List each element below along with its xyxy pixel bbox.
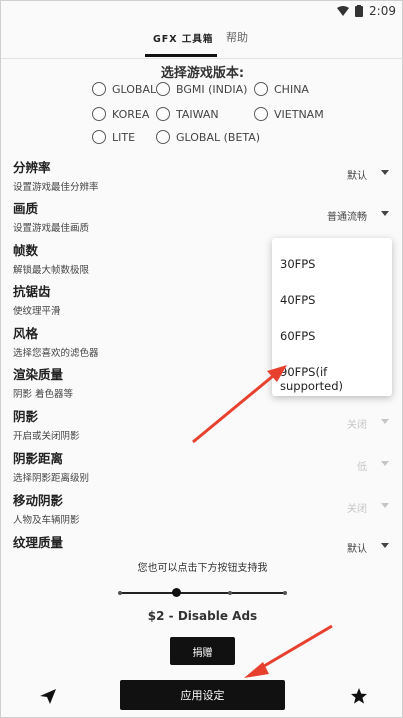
tab-bar: GFX 工具箱 帮助: [1, 23, 403, 59]
dropdown-arrow-icon[interactable]: [381, 503, 389, 508]
radio-label: CHINA: [274, 82, 309, 96]
wifi-icon: [337, 6, 350, 16]
radio-circle[interactable]: [254, 82, 268, 96]
fps-option[interactable]: 90FPS(if supported): [280, 365, 392, 393]
status-bar: 2:09: [1, 1, 403, 25]
radio-circle[interactable]: [92, 82, 106, 96]
setting-shadow[interactable]: 阴影 开启或关闭阴影 关闭: [13, 406, 393, 442]
radio-china[interactable]: CHINA: [254, 82, 309, 96]
tab-gfx-tool[interactable]: GFX 工具箱: [153, 31, 213, 45]
send-icon[interactable]: [39, 687, 57, 705]
radio-label: GLOBAL: [112, 82, 157, 96]
radio-global-beta[interactable]: GLOBAL (BETA): [156, 130, 260, 144]
slider-tick: [118, 591, 122, 595]
donate-button[interactable]: 捐赠: [170, 637, 235, 665]
dropdown-arrow-icon[interactable]: [381, 170, 389, 175]
setting-value[interactable]: 默认: [347, 167, 367, 182]
setting-title: 移动阴影: [13, 493, 64, 508]
fps-option[interactable]: 40FPS: [280, 293, 315, 307]
slider-tick: [283, 591, 287, 595]
status-time: 2:09: [369, 4, 396, 18]
radio-vietnam[interactable]: VIETNAM: [254, 107, 324, 121]
dropdown-arrow-icon[interactable]: [381, 419, 389, 424]
setting-desc: 选择阴影距离级别: [13, 473, 90, 484]
radio-label: LITE: [112, 130, 136, 144]
setting-value[interactable]: 默认: [347, 540, 367, 555]
dropdown-arrow-icon[interactable]: [381, 211, 389, 216]
radio-circle[interactable]: [254, 107, 268, 121]
radio-circle[interactable]: [92, 107, 106, 121]
version-title: 选择游戏版本:: [160, 66, 245, 81]
setting-title: 阴影距离: [13, 451, 64, 466]
dropdown-arrow-icon[interactable]: [381, 543, 389, 548]
setting-texture-quality[interactable]: 纹理质量 默认: [13, 532, 393, 555]
price-label: $2 - Disable Ads: [147, 609, 258, 623]
radio-circle[interactable]: [156, 82, 170, 96]
setting-shadow-distance[interactable]: 阴影距离 选择阴影距离级别 低: [13, 448, 393, 484]
setting-desc: 设置游戏最佳分辨率: [13, 182, 99, 193]
support-text: 您也可以点击下方按钮支持我: [137, 563, 268, 574]
battery-icon: [355, 5, 364, 17]
slider-thumb[interactable]: [172, 588, 181, 597]
radio-bgmi[interactable]: BGMI (INDIA): [156, 82, 247, 96]
fps-option[interactable]: 60FPS: [280, 329, 315, 343]
radio-label: KOREA: [112, 107, 150, 121]
dropdown-arrow-icon[interactable]: [381, 461, 389, 466]
fps-option[interactable]: 30FPS: [280, 257, 315, 271]
apply-settings-button[interactable]: 应用设定: [120, 680, 285, 710]
radio-circle[interactable]: [156, 130, 170, 144]
setting-title: 阴影: [13, 409, 39, 424]
annotation-arrow-apply: [244, 624, 333, 678]
setting-resolution[interactable]: 分辨率 设置游戏最佳分辨率 默认: [13, 157, 393, 193]
setting-value[interactable]: 关闭: [347, 416, 367, 431]
setting-desc: 开启或关闭阴影: [13, 431, 80, 442]
radio-lite[interactable]: LITE: [92, 130, 135, 144]
radio-label: TAIWAN: [176, 107, 219, 121]
setting-graphics[interactable]: 画质 设置游戏最佳画质 普通流畅: [13, 198, 393, 234]
app-window: 2:09 GFX 工具箱 帮助 选择游戏版本: GLOBAL BGMI (IND…: [0, 0, 403, 718]
radio-taiwan[interactable]: TAIWAN: [156, 107, 219, 121]
radio-circle[interactable]: [156, 107, 170, 121]
radio-korea[interactable]: KOREA: [92, 107, 149, 121]
radio-label: GLOBAL (BETA): [176, 130, 261, 144]
tab-help[interactable]: 帮助: [226, 29, 248, 45]
donation-slider[interactable]: [120, 592, 286, 594]
tab-indicator: [145, 54, 217, 57]
slider-tick: [228, 591, 232, 595]
radio-label: VIETNAM: [274, 107, 324, 121]
setting-title: 纹理质量: [13, 535, 64, 550]
setting-title: 分辨率: [13, 160, 51, 175]
tab-divider: [1, 58, 403, 59]
setting-value[interactable]: 关闭: [347, 500, 367, 515]
setting-moving-shadow[interactable]: 移动阴影 人物及车辆阴影 关闭: [13, 490, 393, 526]
fps-dropdown: 30FPS 40FPS 60FPS 90FPS(if supported): [272, 238, 392, 396]
radio-label: BGMI (INDIA): [176, 82, 248, 96]
setting-value[interactable]: 低: [357, 458, 367, 473]
setting-value[interactable]: 普通流畅: [327, 208, 367, 223]
star-icon[interactable]: [350, 687, 368, 705]
setting-desc: 人物及车辆阴影: [13, 515, 80, 526]
radio-global[interactable]: GLOBAL: [92, 82, 156, 96]
radio-circle[interactable]: [92, 130, 106, 144]
